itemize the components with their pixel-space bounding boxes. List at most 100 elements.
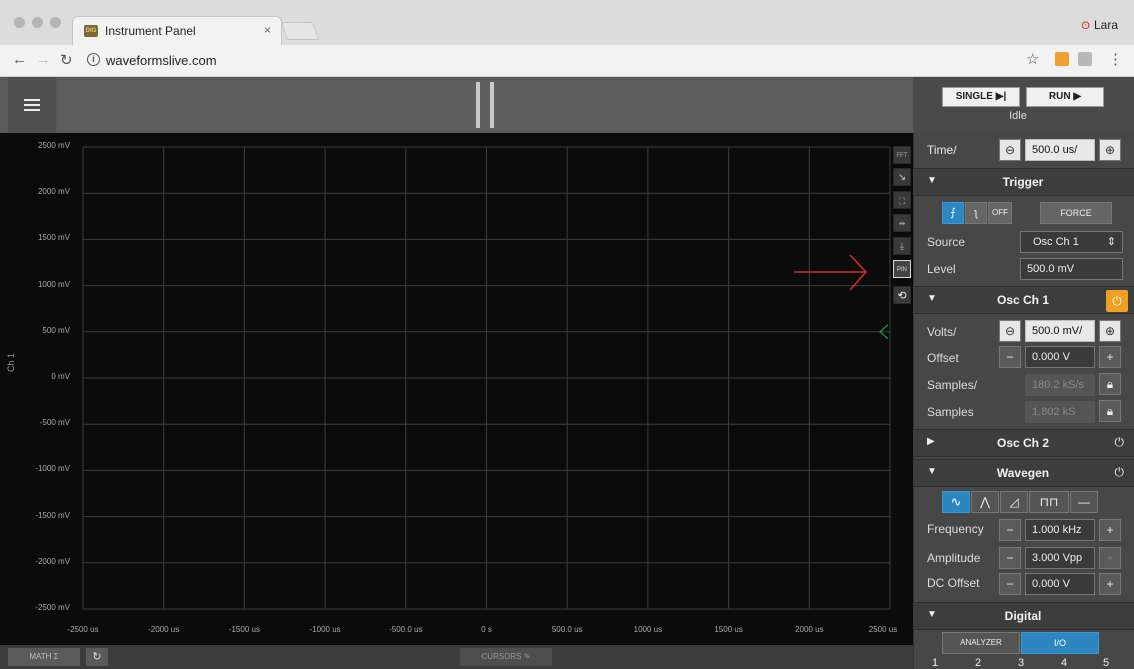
digital-section-header[interactable]: ▼ Digital [913, 602, 1134, 630]
minus-icon[interactable]: − [999, 346, 1021, 368]
trigger-edge-icon[interactable]: ↘ [893, 168, 911, 186]
power-icon[interactable]: ⏻ [1115, 435, 1125, 450]
frequency-field[interactable]: 1.000 kHz [1025, 519, 1095, 541]
x-tick-label: 0 s [481, 625, 492, 634]
plus-icon[interactable]: + [1099, 519, 1121, 541]
cursors-button[interactable]: CURSORS ✎ [460, 648, 552, 666]
forward-arrow-icon[interactable]: → [36, 51, 51, 68]
trigger-off-button[interactable]: OFF [988, 202, 1012, 224]
browser-menu-icon[interactable]: ⋮ [1108, 50, 1123, 68]
url-field[interactable]: i waveformslive.com [80, 49, 1080, 73]
osc-ch1-section-header[interactable]: ▼ Osc Ch 1 ⏻ [913, 286, 1134, 314]
run-button[interactable]: RUN ▶ [1026, 87, 1104, 107]
browser-tab[interactable]: DIG Instrument Panel × [72, 16, 282, 46]
window-zoom-button[interactable] [50, 17, 61, 28]
plus-icon[interactable]: + [1099, 346, 1121, 368]
frequency-label: Frequency [927, 522, 984, 536]
y-tick-label: 1500 mV [37, 233, 70, 243]
zoom-in-icon[interactable]: ⊕ [1099, 139, 1121, 161]
plus-icon[interactable]: + [1099, 573, 1121, 595]
sawtooth-wave-icon[interactable]: ◿ [1000, 491, 1028, 513]
refresh-button[interactable]: ↻ [86, 648, 108, 666]
wavegen-section-header[interactable]: ▼ Wavegen ⏻ [913, 459, 1134, 487]
offset-field[interactable]: 0.000 V [1025, 346, 1095, 368]
math-button[interactable]: MATH Σ [8, 648, 80, 666]
dc-wave-icon[interactable]: — [1070, 491, 1098, 513]
x-tick-label: 500.0 us [551, 625, 583, 634]
single-button[interactable]: SINGLE ▶| [942, 87, 1020, 107]
sample-rate-field[interactable]: 180.2 kS/s [1025, 374, 1095, 396]
profile-button[interactable]: ʘ Lara [1081, 18, 1118, 32]
window-close-button[interactable] [14, 17, 25, 28]
plus-icon[interactable]: + [1099, 547, 1121, 569]
source-select[interactable]: Osc Ch 1 ⇕ [1020, 231, 1123, 253]
hamburger-menu-button[interactable] [8, 77, 56, 133]
level-label: Level [927, 262, 956, 276]
step-play-icon: ▶| [995, 91, 1007, 102]
history-icon[interactable]: ⟲ [893, 286, 911, 304]
reload-icon[interactable]: ↻ [60, 51, 73, 69]
trigger-title: Trigger [1002, 175, 1044, 189]
timeline-handle[interactable] [476, 82, 494, 128]
offset-label: Offset [927, 351, 959, 365]
extension-icon[interactable] [1055, 52, 1069, 66]
expand-triangle-icon: ▶ [927, 436, 935, 447]
dc-offset-field[interactable]: 0.000 V [1025, 573, 1095, 595]
rising-edge-icon[interactable]: ⨍ [942, 202, 964, 224]
tab-favicon-icon: DIG [84, 25, 98, 37]
x-tick-label: -1500 us [228, 625, 260, 634]
volts-value[interactable]: 500.0 mV/ [1025, 320, 1095, 342]
samples-field[interactable]: 1.802 kS [1025, 401, 1095, 423]
zoom-out-icon[interactable]: ⊖ [999, 139, 1021, 161]
extension-icon[interactable] [1078, 52, 1092, 66]
triangle-wave-icon[interactable]: ⋀ [971, 491, 999, 513]
zoom-out-icon[interactable]: ⊖ [999, 320, 1021, 342]
y-tick-label: 500 mV [42, 325, 70, 335]
power-icon[interactable]: ⏻ [1106, 290, 1128, 312]
lock-icon[interactable]: 🔒︎ [1099, 373, 1121, 395]
osc-ch2-section-header[interactable]: ▶ Osc Ch 2 ⏻ [913, 429, 1134, 457]
power-icon[interactable]: ⏻ [1115, 465, 1125, 480]
osc-ch1-title: Osc Ch 1 [996, 293, 1050, 307]
fft-button[interactable]: FFT [893, 146, 911, 164]
falling-edge-icon[interactable]: ʅ [965, 202, 987, 224]
osc-ch2-title: Osc Ch 2 [996, 436, 1050, 450]
profile-icon: ʘ [1081, 20, 1090, 32]
trigger-section-header[interactable]: ▼ Trigger [913, 168, 1134, 196]
lock-icon[interactable]: 🔒︎ [1099, 400, 1121, 422]
x-tick-label: 1500 us [714, 625, 743, 634]
back-arrow-icon[interactable]: ← [12, 51, 27, 68]
new-tab-button[interactable] [280, 22, 320, 40]
plot-grid [82, 146, 891, 610]
time-label: Time/ [927, 143, 957, 157]
x-tick-label: 2000 us [795, 625, 824, 634]
window-minimize-button[interactable] [32, 17, 43, 28]
pin-button[interactable]: PIN [893, 260, 911, 278]
y-tick-label: 2500 mV [37, 141, 70, 150]
wavegen-title: Wavegen [996, 466, 1050, 480]
analyzer-tab[interactable]: ANALYZER [942, 632, 1020, 654]
level-field[interactable]: 500.0 mV [1020, 258, 1123, 280]
amplitude-field[interactable]: 3.000 Vpp [1025, 547, 1095, 569]
cursor-move-icon[interactable]: ⇹ [893, 214, 911, 232]
cursors-label: CURSORS [481, 652, 522, 661]
x-tick-label: -500.0 us [389, 625, 423, 634]
amplitude-label: Amplitude [927, 551, 981, 565]
bookmark-star-icon[interactable]: ☆ [1026, 50, 1039, 68]
time-value[interactable]: 500.0 us/ [1025, 139, 1095, 161]
force-button[interactable]: FORCE [1040, 202, 1112, 224]
square-wave-icon[interactable]: ⊓⊓ [1029, 491, 1069, 513]
info-icon[interactable]: i [87, 53, 100, 66]
select-arrows-icon: ⇕ [1106, 236, 1116, 248]
sample-rate-label: Samples/ [927, 378, 978, 392]
y-tick-label: 2000 mV [37, 187, 70, 197]
io-tab[interactable]: I/O [1021, 632, 1099, 654]
sine-wave-icon[interactable]: ∿ [942, 491, 970, 513]
zoom-in-icon[interactable]: ⊕ [1099, 320, 1121, 342]
minus-icon[interactable]: − [999, 519, 1021, 541]
download-icon[interactable]: ⤓ [893, 237, 911, 255]
tab-close-icon[interactable]: × [264, 23, 271, 37]
minus-icon[interactable]: − [999, 547, 1021, 569]
minus-icon[interactable]: − [999, 573, 1021, 595]
autoscale-icon[interactable]: ⛶ [893, 191, 911, 209]
